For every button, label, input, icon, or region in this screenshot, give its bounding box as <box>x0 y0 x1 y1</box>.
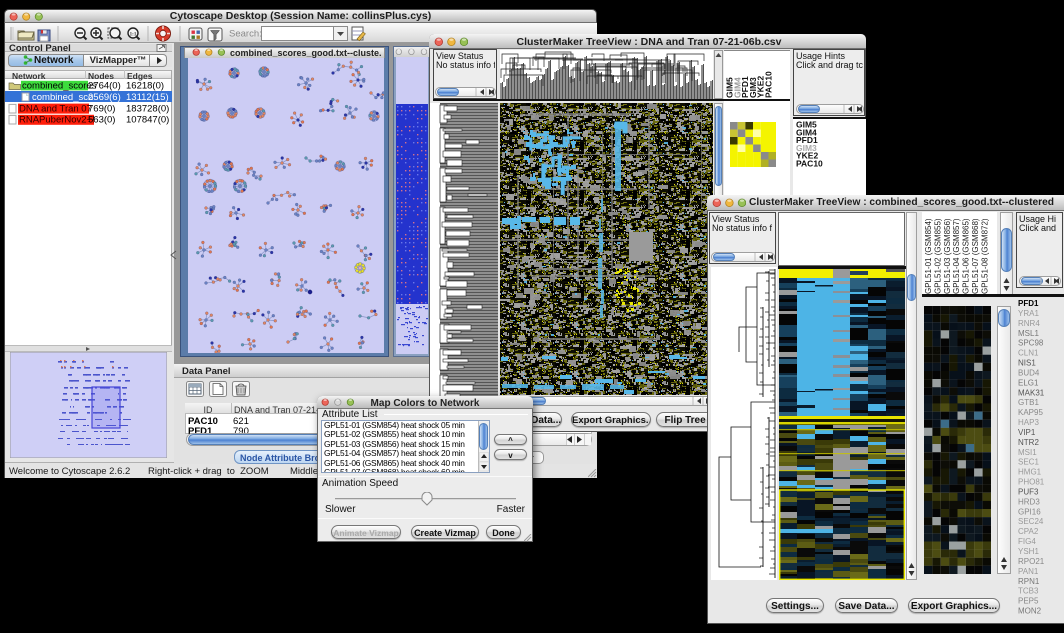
svg-text:RNAPuberNov2+!: RNAPuberNov2+! <box>19 115 95 126</box>
svg-text:SEC24: SEC24 <box>1018 517 1044 526</box>
svg-text:GPL51-06 (GSM865): GPL51-06 (GSM865) <box>962 218 971 294</box>
svg-text:MAK31: MAK31 <box>1018 388 1045 397</box>
svg-text:PAC10: PAC10 <box>764 71 774 98</box>
svg-text:GPI16: GPI16 <box>1018 507 1041 516</box>
svg-text:SPC98: SPC98 <box>1018 339 1044 348</box>
svg-text:563(0): 563(0) <box>88 115 115 126</box>
svg-text:GPL51-01 (GSM854): GPL51-01 (GSM854) <box>924 218 933 294</box>
svg-text:ELG1: ELG1 <box>1018 378 1039 387</box>
svg-text:GPL51-07 (GSM868): GPL51-07 (GSM868) <box>971 218 980 294</box>
svg-text:GPL51-08 (GSM872): GPL51-08 (GSM872) <box>980 218 989 294</box>
svg-text:PEP5: PEP5 <box>1018 597 1039 606</box>
svg-text:CPA2: CPA2 <box>1018 527 1039 536</box>
svg-text:RPO21: RPO21 <box>1018 557 1045 566</box>
svg-text:GPL51-03 (GSM856): GPL51-03 (GSM856) <box>943 218 952 294</box>
svg-text:GPL51-04 (GSM857): GPL51-04 (GSM857) <box>952 218 961 294</box>
svg-text:1:1: 1:1 <box>130 33 137 38</box>
svg-text:CLN1: CLN1 <box>1018 349 1039 358</box>
svg-text:VIP1: VIP1 <box>1018 428 1036 437</box>
svg-text:MSI1: MSI1 <box>1018 448 1037 457</box>
svg-text:GTB1: GTB1 <box>1018 398 1039 407</box>
svg-text:HRD3: HRD3 <box>1018 497 1040 506</box>
svg-text:Search:: Search: <box>229 29 262 40</box>
svg-text:13112(15): 13112(15) <box>126 92 169 103</box>
svg-text:RPN1: RPN1 <box>1018 577 1040 586</box>
svg-text:PUF3: PUF3 <box>1018 488 1039 497</box>
svg-text:183728(0): 183728(0) <box>126 104 169 115</box>
svg-text:107847(0): 107847(0) <box>126 115 169 126</box>
svg-text:combined_sco: combined_sco <box>32 92 93 103</box>
svg-text:YSH1: YSH1 <box>1018 547 1039 556</box>
svg-text:GPL51-02 (GSM855): GPL51-02 (GSM855) <box>933 218 942 294</box>
svg-text:TCB3: TCB3 <box>1018 587 1039 596</box>
svg-text:YRA1: YRA1 <box>1018 309 1039 318</box>
svg-text:PAN1: PAN1 <box>1018 567 1039 576</box>
svg-text:PAC10: PAC10 <box>796 159 823 169</box>
svg-text:SEC1: SEC1 <box>1018 458 1039 467</box>
svg-text:2764(0): 2764(0) <box>88 81 121 92</box>
svg-text:RNR4: RNR4 <box>1018 319 1040 328</box>
svg-text:KAP95: KAP95 <box>1018 408 1043 417</box>
svg-text:MSL1: MSL1 <box>1018 329 1039 338</box>
svg-text:NTR2: NTR2 <box>1018 438 1039 447</box>
svg-text:HAP3: HAP3 <box>1018 418 1039 427</box>
svg-text:2569(6): 2569(6) <box>88 92 121 103</box>
svg-text:769(0): 769(0) <box>88 104 115 115</box>
svg-text:PFD1: PFD1 <box>1018 299 1039 308</box>
svg-text:FIG4: FIG4 <box>1018 537 1036 546</box>
svg-text:HMG1: HMG1 <box>1018 468 1042 477</box>
svg-text:combined_scores: combined_scores <box>22 81 97 92</box>
svg-text:PHO81: PHO81 <box>1018 478 1045 487</box>
svg-text:MON2: MON2 <box>1018 607 1042 616</box>
svg-text:16218(0): 16218(0) <box>126 81 164 92</box>
svg-text:DNA and Tran 07: DNA and Tran 07 <box>19 104 92 115</box>
svg-text:NIS1: NIS1 <box>1018 359 1036 368</box>
svg-text:BUD4: BUD4 <box>1018 368 1040 377</box>
